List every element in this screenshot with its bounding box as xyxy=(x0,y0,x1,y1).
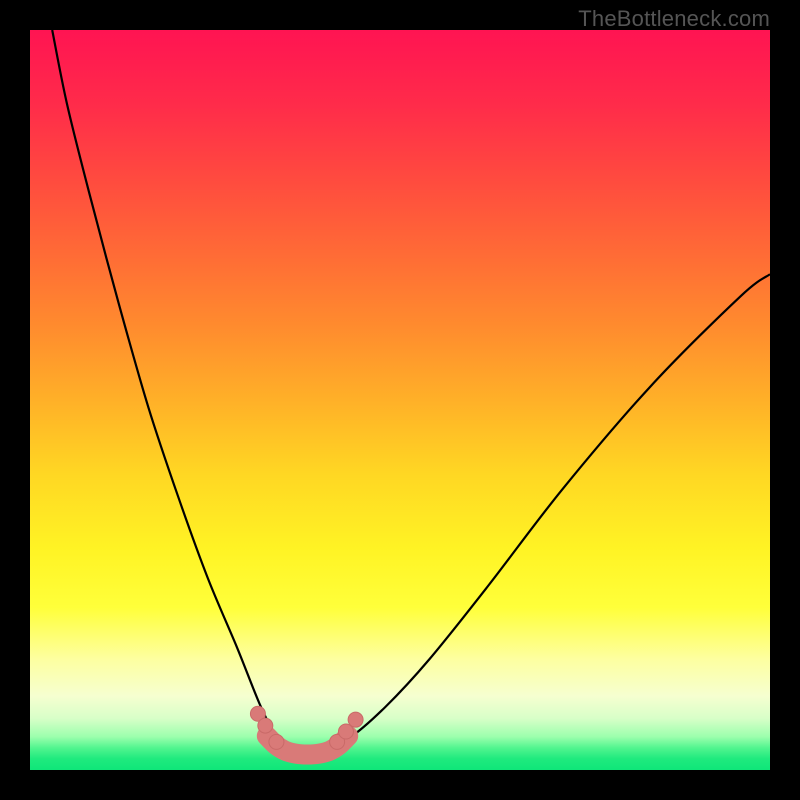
plot-area xyxy=(30,30,770,770)
right-curve xyxy=(319,274,770,752)
left-curve xyxy=(52,30,296,752)
marker-dot xyxy=(258,718,273,733)
marker-dot xyxy=(269,734,284,749)
chart-frame: TheBottleneck.com xyxy=(0,0,800,800)
watermark-text: TheBottleneck.com xyxy=(578,6,770,32)
chart-curves xyxy=(30,30,770,770)
marker-dot xyxy=(348,712,363,727)
